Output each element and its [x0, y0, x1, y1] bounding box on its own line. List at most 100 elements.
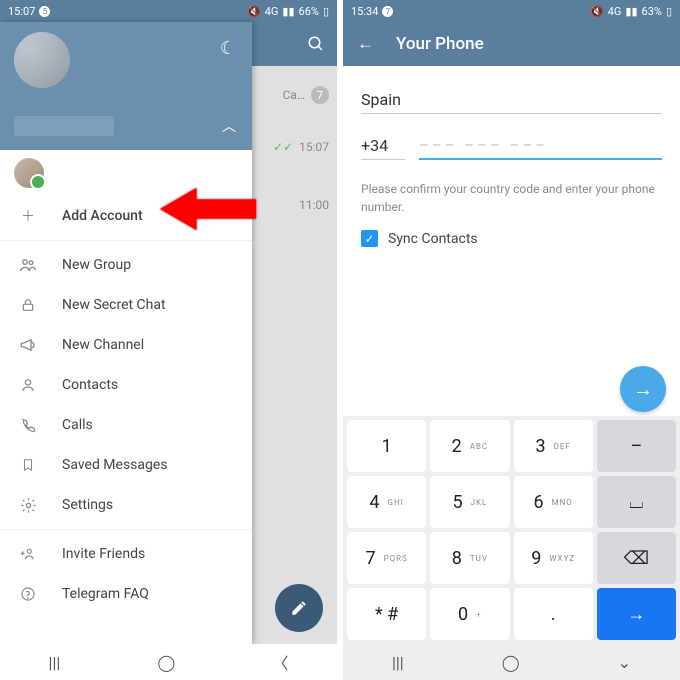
- battery-icon: ▯: [323, 5, 329, 18]
- nav-drawer: ☾ ︿ ＋ Add Account New Group New Secret C…: [0, 22, 252, 644]
- key-2[interactable]: 2ABC: [430, 420, 509, 472]
- signal-icon: ▮▮: [282, 5, 294, 18]
- key-.[interactable]: .: [514, 588, 593, 640]
- key-* #[interactable]: * #: [347, 588, 426, 640]
- chevron-up-icon[interactable]: ︿: [222, 116, 236, 136]
- night-mode-icon[interactable]: ☾: [220, 38, 236, 59]
- key-6[interactable]: 6MNO: [514, 476, 593, 528]
- search-icon[interactable]: [307, 35, 325, 53]
- unread-badge: 7: [311, 86, 329, 104]
- status-bar: 15:34 7 🔇 4G ▮▮ 63% ▯: [343, 0, 680, 22]
- account-name: [14, 116, 114, 136]
- sidebar-item-faq[interactable]: Telegram FAQ: [0, 574, 252, 614]
- lock-icon: [18, 297, 38, 313]
- key-9[interactable]: 9WXYZ: [514, 532, 593, 584]
- key-5[interactable]: 5JKL: [430, 476, 509, 528]
- sidebar-item-settings[interactable]: Settings: [0, 485, 252, 525]
- signal-icon: ▮▮: [625, 5, 637, 18]
- avatar[interactable]: [14, 32, 70, 88]
- battery-label: 66%: [299, 5, 319, 18]
- key-4[interactable]: 4GHI: [347, 476, 426, 528]
- key-space[interactable]: ⌴: [597, 476, 676, 528]
- annotation-arrow-icon: [160, 186, 256, 232]
- sidebar-item-label: Settings: [62, 497, 113, 513]
- chat-row[interactable]: Ca… 7: [283, 86, 329, 104]
- compose-fab[interactable]: [275, 584, 323, 632]
- chat-row[interactable]: 11:00: [299, 198, 329, 212]
- numeric-keypad: 12ABC3DEF– 4GHI5JKL6MNO⌴ 7PQRS8TUV9WXYZ⌫ * …: [343, 416, 680, 644]
- chat-name: Ca…: [283, 88, 305, 102]
- gear-icon: [18, 497, 38, 514]
- sidebar-item-calls[interactable]: Calls: [0, 405, 252, 445]
- sidebar-item-new-group[interactable]: New Group: [0, 245, 252, 285]
- key-7[interactable]: 7PQRS: [347, 532, 426, 584]
- country-code-field[interactable]: +34: [361, 132, 405, 160]
- country-field[interactable]: Spain: [361, 86, 662, 114]
- chat-time: 11:00: [299, 198, 329, 212]
- avatar-small: [14, 158, 44, 188]
- android-navbar: ||| ◯ 〈: [0, 644, 337, 680]
- checks-icon: ✓✓: [273, 140, 293, 154]
- verified-icon: [30, 174, 46, 190]
- chat-row[interactable]: ✓✓ 15:07: [273, 140, 329, 154]
- mute-icon: 🔇: [247, 5, 261, 18]
- sidebar-item-new-channel[interactable]: New Channel: [0, 325, 252, 365]
- chat-time: 15:07: [299, 140, 329, 154]
- home-button[interactable]: ◯: [502, 653, 520, 672]
- invite-icon: [18, 546, 38, 562]
- contact-icon: [18, 377, 38, 393]
- app-bar: ← Your Phone: [343, 22, 680, 66]
- key-go[interactable]: →: [597, 588, 676, 640]
- key-backspace[interactable]: ⌫: [597, 532, 676, 584]
- back-icon[interactable]: ←: [357, 34, 374, 54]
- network-label: 4G: [608, 5, 622, 18]
- android-navbar: ||| ◯ ⌄: [343, 644, 680, 680]
- key-0[interactable]: 0+: [430, 588, 509, 640]
- home-button[interactable]: ◯: [157, 653, 175, 672]
- ime-switch-button[interactable]: ⌄: [618, 653, 631, 672]
- key-dash[interactable]: –: [597, 420, 676, 472]
- battery-label: 63%: [642, 5, 662, 18]
- sidebar-item-saved[interactable]: Saved Messages: [0, 445, 252, 485]
- sidebar-item-label: New Group: [62, 257, 131, 273]
- phone-number-input[interactable]: ––– ––– –––: [419, 132, 662, 160]
- sidebar-item-label: Invite Friends: [62, 546, 145, 562]
- recents-button[interactable]: |||: [49, 653, 61, 672]
- sidebar-item-label: New Channel: [62, 337, 144, 353]
- sidebar-item-label: Saved Messages: [62, 457, 168, 473]
- right-screenshot: 15:34 7 🔇 4G ▮▮ 63% ▯ ← Your Phone Spain…: [343, 0, 680, 680]
- sidebar-item-label: Calls: [62, 417, 93, 433]
- add-account-label: Add Account: [62, 208, 143, 224]
- phone-form: Spain +34 ––– ––– ––– Please confirm you…: [343, 66, 680, 247]
- status-time: 15:34: [351, 5, 378, 18]
- notification-badge: 5: [39, 6, 50, 17]
- back-button[interactable]: 〈: [272, 650, 288, 674]
- next-fab[interactable]: →: [620, 366, 666, 412]
- sidebar-item-contacts[interactable]: Contacts: [0, 365, 252, 405]
- sidebar-item-label: Contacts: [62, 377, 118, 393]
- help-icon: [18, 586, 38, 602]
- checkbox-checked-icon[interactable]: ✓: [361, 230, 378, 247]
- plus-icon: ＋: [18, 206, 38, 226]
- recents-button[interactable]: |||: [392, 653, 404, 672]
- battery-icon: ▯: [666, 5, 672, 18]
- key-8[interactable]: 8TUV: [430, 532, 509, 584]
- bookmark-icon: [18, 457, 38, 473]
- status-time: 15:07: [8, 5, 35, 18]
- users-icon: [18, 256, 38, 274]
- notification-badge: 7: [382, 6, 393, 17]
- megaphone-icon: [18, 336, 38, 354]
- sync-contacts-row[interactable]: ✓ Sync Contacts: [361, 230, 662, 247]
- sidebar-item-invite[interactable]: Invite Friends: [0, 534, 252, 574]
- sidebar-item-label: New Secret Chat: [62, 297, 166, 313]
- sidebar-item-secret-chat[interactable]: New Secret Chat: [0, 285, 252, 325]
- key-1[interactable]: 1: [347, 420, 426, 472]
- network-label: 4G: [265, 5, 279, 18]
- drawer-header: ☾ ︿: [0, 22, 252, 150]
- key-3[interactable]: 3DEF: [514, 420, 593, 472]
- mute-icon: 🔇: [590, 5, 604, 18]
- page-title: Your Phone: [396, 34, 484, 54]
- hint-text: Please confirm your country code and ent…: [361, 180, 662, 216]
- sidebar-item-label: Telegram FAQ: [62, 586, 149, 602]
- left-screenshot: 15:07 5 🔇 4G ▮▮ 66% ▯ Ca… 7 ✓✓ 15:07 11:…: [0, 0, 337, 680]
